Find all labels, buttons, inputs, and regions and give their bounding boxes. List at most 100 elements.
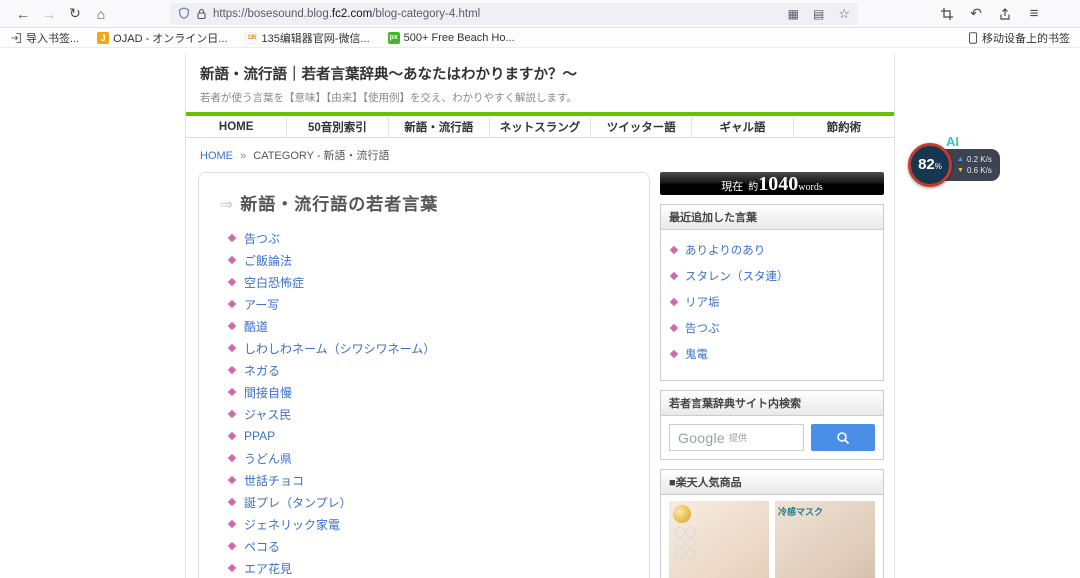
- word-list-item: うどん県: [229, 452, 639, 464]
- px-favicon: px: [388, 32, 400, 44]
- site-title[interactable]: 新語・流行語｜若者言葉辞典～あなたはわかりますか？～: [200, 63, 880, 84]
- nav-item[interactable]: ツイッター語: [591, 116, 692, 137]
- recent-words-title: 最近追加した言葉: [661, 205, 883, 230]
- site-subtitle: 若者が使う言葉を【意味】【由来】【使用例】を交え、わかりやすく解説します。: [200, 90, 880, 105]
- word-link[interactable]: 誕プレ（タンプレ）: [244, 494, 352, 511]
- back-icon[interactable]: ←: [10, 6, 36, 22]
- word-link[interactable]: しわしわネーム（シワシワネーム）: [244, 340, 435, 357]
- home-icon[interactable]: ⌂: [88, 6, 114, 22]
- recent-word-link[interactable]: 告つぶ: [685, 320, 720, 336]
- bookmark-ojad[interactable]: J OJAD - オンライン日...: [97, 30, 227, 46]
- share-icon[interactable]: [998, 7, 1012, 21]
- toolbar-right-icons: ↶ ≡: [940, 5, 1044, 22]
- search-input[interactable]: Google 提供: [669, 424, 804, 451]
- undo-icon[interactable]: ↶: [966, 5, 986, 22]
- diamond-bullet-icon: [228, 388, 236, 396]
- diamond-bullet-icon: [228, 256, 236, 264]
- word-link[interactable]: ペコる: [244, 538, 280, 555]
- word-list-item: エア花見: [229, 562, 639, 574]
- bookmark-135editor[interactable]: 135 135编辑器官网-微信...: [245, 30, 369, 46]
- download-speed: ▼ 0.6 K/s: [957, 166, 996, 175]
- word-count-banner: 現在 約 1040 words: [660, 172, 884, 195]
- nav-item[interactable]: ネットスラング: [490, 116, 591, 137]
- main-area: ⇒新語・流行語の若者言葉 告つぶ ご飯論法 空白恐怖症 アー写 酷道: [186, 170, 894, 578]
- menu-icon[interactable]: ≡: [1024, 5, 1044, 22]
- product-ad-cool-mask[interactable]: 冷感マスク 半額▼101円: [775, 501, 875, 578]
- forward-icon[interactable]: →: [36, 6, 62, 22]
- bookmark-beach[interactable]: px 500+ Free Beach Ho...: [388, 32, 515, 44]
- lock-icon: [196, 8, 207, 20]
- site-nav: HOME50音別索引新語・流行語ネットスラングツイッター語ギャル語節約術: [186, 116, 894, 138]
- nav-item[interactable]: HOME: [186, 116, 287, 137]
- diamond-bullet-icon: [228, 366, 236, 374]
- search-button[interactable]: [811, 424, 875, 451]
- word-link[interactable]: 空白恐怖症: [244, 274, 304, 291]
- nav-item[interactable]: ギャル語: [692, 116, 793, 137]
- word-list-item: ジェネリック家電: [229, 518, 639, 530]
- word-link[interactable]: ジェネリック家電: [244, 516, 340, 533]
- word-link[interactable]: PPAP: [244, 429, 275, 443]
- recent-word-link[interactable]: リア垢: [685, 294, 720, 310]
- bookmark-import[interactable]: 导入书签...: [10, 30, 79, 46]
- nav-item[interactable]: 節約術: [794, 116, 894, 137]
- diamond-bullet-icon: [670, 246, 678, 254]
- word-link[interactable]: 酷道: [244, 318, 268, 335]
- percent-gauge[interactable]: 82 %: [908, 143, 952, 187]
- upload-arrow-icon: ▲: [957, 156, 964, 163]
- network-monitor-widget[interactable]: AI ▲ 0.2 K/s ▼ 0.6 K/s 82 %: [908, 136, 1000, 188]
- ojad-favicon: J: [97, 32, 109, 44]
- breadcrumb-home-link[interactable]: HOME: [200, 150, 233, 162]
- nav-item[interactable]: 50音別索引: [287, 116, 388, 137]
- url-bar[interactable]: https://bosesound.blog.fc2.com/blog-cate…: [170, 3, 858, 25]
- diamond-bullet-icon: [228, 520, 236, 528]
- word-list-item: PPAP: [229, 430, 639, 442]
- recent-word-link[interactable]: ありよりのあり: [685, 242, 765, 258]
- heading-arrow-icon: ⇒: [219, 195, 234, 214]
- diamond-bullet-icon: [228, 432, 236, 440]
- bookmark-star-icon[interactable]: ☆: [838, 6, 850, 22]
- site-search-box: 若者言葉辞典サイト内検索 Google 提供: [660, 390, 884, 460]
- breadcrumb: HOME » CATEGORY - 新語・流行語: [186, 138, 894, 170]
- qr-scan-icon[interactable]: ▦: [788, 7, 799, 21]
- recent-word-item: リア垢: [671, 294, 873, 310]
- word-link[interactable]: 告つぶ: [244, 230, 280, 247]
- reader-mode-icon[interactable]: ▤: [813, 7, 824, 21]
- word-link[interactable]: 間接自慢: [244, 384, 292, 401]
- rakuten-products: ◯◯◯◯◯◯ 半額▼397円 瞬間ひんやり続く 冷感マスク 半額▼101円: [667, 501, 877, 578]
- diamond-bullet-icon: [228, 410, 236, 418]
- product-caption: 冷感マスク: [775, 503, 875, 520]
- recent-word-item: 鬼電: [671, 346, 873, 362]
- word-link[interactable]: ご飯論法: [244, 252, 292, 269]
- word-count-number: 1040: [758, 173, 798, 196]
- bookmarks-bar: 导入书签... J OJAD - オンライン日... 135 135编辑器官网-…: [0, 28, 1080, 48]
- word-link[interactable]: エア花見: [244, 560, 292, 577]
- recent-word-link[interactable]: 鬼電: [685, 346, 708, 362]
- diamond-bullet-icon: [228, 454, 236, 462]
- screenshot-crop-icon[interactable]: [940, 7, 954, 21]
- word-list-item: ご飯論法: [229, 254, 639, 266]
- url-text[interactable]: https://bosesound.blog.fc2.com/blog-cate…: [213, 8, 774, 20]
- word-link[interactable]: ネガる: [244, 362, 280, 379]
- word-list-item: アー写: [229, 298, 639, 310]
- nav-item[interactable]: 新語・流行語: [389, 116, 490, 137]
- site-header: 新語・流行語｜若者言葉辞典～あなたはわかりますか？～ 若者が使う言葉を【意味】【…: [186, 54, 894, 112]
- word-list-item: しわしわネーム（シワシワネーム）: [229, 342, 639, 354]
- reload-icon[interactable]: ↻: [62, 5, 88, 22]
- word-link[interactable]: 世話チョコ: [244, 472, 304, 489]
- diamond-bullet-icon: [228, 234, 236, 242]
- word-list-item: ネガる: [229, 364, 639, 376]
- word-link[interactable]: うどん県: [244, 450, 292, 467]
- word-list-item: 誕プレ（タンプレ）: [229, 496, 639, 508]
- neck-ring-thumbnails: ◯◯◯◯◯◯: [674, 527, 700, 560]
- diamond-bullet-icon: [228, 322, 236, 330]
- site-wrapper: 新語・流行語｜若者言葉辞典～あなたはわかりますか？～ 若者が使う言葉を【意味】【…: [185, 54, 895, 578]
- product-ad-neck-cooler[interactable]: ◯◯◯◯◯◯ 半額▼397円 瞬間ひんやり続く: [669, 501, 769, 578]
- mobile-bookmarks[interactable]: 移动设备上的书签: [968, 30, 1070, 46]
- word-list: 告つぶ ご飯論法 空白恐怖症 アー写 酷道 しわしわネーム（シワシワネーム）: [229, 232, 639, 578]
- recent-word-item: ありよりのあり: [671, 242, 873, 258]
- word-link[interactable]: ジャス民: [244, 406, 291, 423]
- word-list-item: 酷道: [229, 320, 639, 332]
- recent-word-link[interactable]: スタレン（スタ連）: [685, 268, 789, 284]
- diamond-bullet-icon: [228, 498, 236, 506]
- word-link[interactable]: アー写: [244, 296, 279, 313]
